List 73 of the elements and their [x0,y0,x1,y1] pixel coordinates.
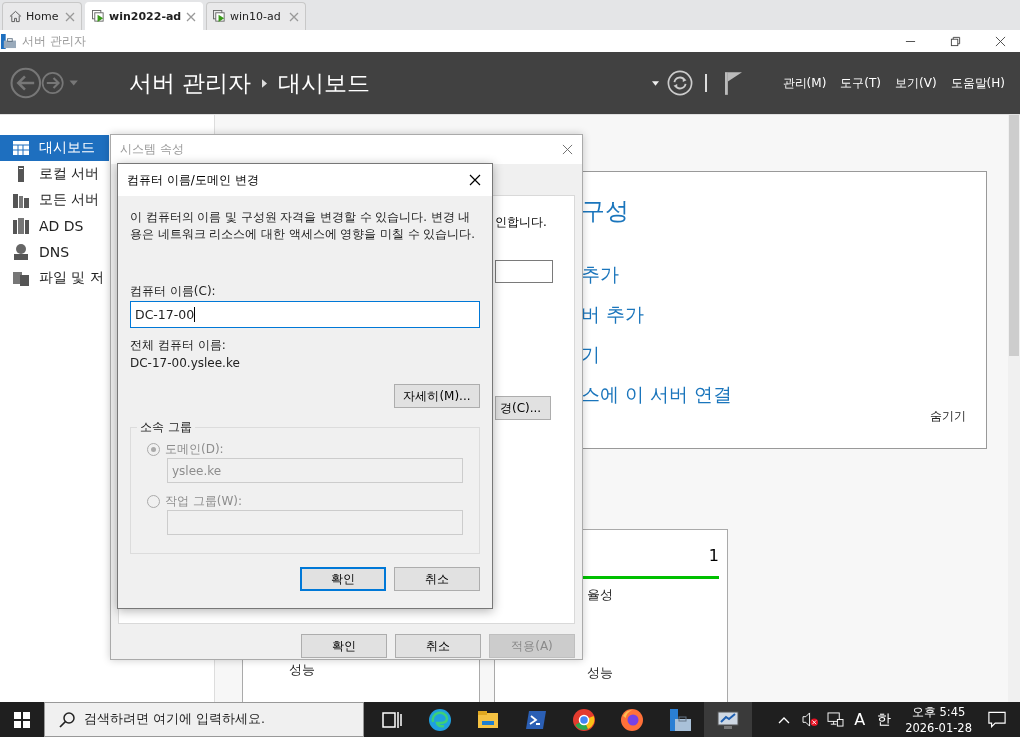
computer-name-field[interactable]: DC-17-00 [130,301,480,328]
dialog-button[interactable]: 취소 [395,634,481,658]
search-icon [59,711,75,728]
group-title: 소속 그룹 [137,419,195,435]
taskbar-app[interactable] [704,702,752,737]
flag-icon[interactable] [724,71,742,95]
tile-count: 1 [708,546,719,567]
tile-item[interactable]: 성능 [289,661,471,679]
quick-start-link[interactable]: 기 [581,334,966,374]
network-icon[interactable] [827,712,845,727]
browser-tab[interactable]: win10-ad [206,2,306,30]
toolbox-icon [1,33,16,49]
edge-icon [429,708,451,731]
browser-tab[interactable]: win2022-ad [85,2,203,30]
firefox-icon [621,708,643,731]
windows-logo-icon[interactable] [14,711,30,728]
notification-icon[interactable] [988,711,1006,728]
close-icon[interactable] [469,174,481,186]
dropdown-caret-icon[interactable] [651,80,659,86]
caret-icon [262,78,268,88]
search-field[interactable]: 검색하려면 여기에 입력하세요. [44,702,364,737]
more-button[interactable]: 자세히(M)... [394,384,480,408]
chrome-icon [573,708,595,731]
close-icon[interactable] [995,35,1006,47]
vm-icon [213,10,226,23]
grid-icon [13,140,29,156]
menu-item[interactable]: 도움말(H) [950,74,1005,92]
home-icon [9,10,22,23]
muted-speaker-icon[interactable] [802,712,820,727]
tile-item[interactable]: 성능 [587,664,719,682]
server-icon [13,218,29,234]
dialog-button[interactable]: 취소 [394,567,480,591]
server-icon [13,270,29,286]
menu-item[interactable]: 관리(M) [782,74,827,92]
panel-heading: 구성 [581,196,630,226]
language-indicator[interactable]: 한 [877,710,892,729]
window-title: 서버 관리자 [22,32,87,50]
field-label: 컴퓨터 이름(C): [130,283,217,300]
quick-start-link[interactable]: 버 추가 [581,294,966,334]
field-label: 전체 컴퓨터 이름: [130,337,227,354]
refresh-icon[interactable] [666,70,693,96]
input-field[interactable] [495,260,553,283]
clock-time[interactable]: 오후 5:45 [911,703,966,720]
dialog-title: 컴퓨터 이름/도메인 변경 [127,171,260,189]
tile-item[interactable]: 율성 [587,586,719,604]
dialog-button[interactable]: 확인 [300,567,386,591]
input-mode-indicator[interactable]: A [854,710,866,729]
change-button[interactable]: 경(C)... [495,396,551,420]
sidebar-item[interactable]: 대시보드 [0,135,109,161]
dialog-title: 시스템 속성 [120,141,185,158]
breadcrumb-title: 서버 관리자 [129,68,252,98]
servermanager-icon [669,708,691,731]
menu-item[interactable]: 도구(T) [840,74,882,92]
clock-date[interactable]: 2026-01-28 [905,719,972,736]
dialog-button[interactable]: 확인 [301,634,387,658]
powershell-icon [525,708,547,731]
scrollbar-thumb[interactable] [1009,115,1019,356]
explorer-icon [477,708,499,731]
input-field[interactable] [167,510,463,535]
menu-item[interactable]: 보기(V) [895,74,937,92]
radio-label: 도메인(D): [165,440,224,458]
radio-label: 작업 그룹(W): [165,492,243,510]
remote-icon [717,708,739,731]
quick-start-link[interactable]: 추가 [581,254,966,294]
server-icon [13,192,29,208]
description-text: 인합니다. [495,214,547,231]
browser-tab[interactable]: Home [2,2,82,30]
restore-icon[interactable] [950,35,961,47]
vm-icon [92,10,105,23]
full-computer-name: DC-17-00.yslee.ke [130,355,241,372]
breadcrumb-title: 대시보드 [278,68,371,98]
chevron-up-icon[interactable] [778,715,791,724]
hide-link[interactable]: 숨기기 [930,408,966,425]
